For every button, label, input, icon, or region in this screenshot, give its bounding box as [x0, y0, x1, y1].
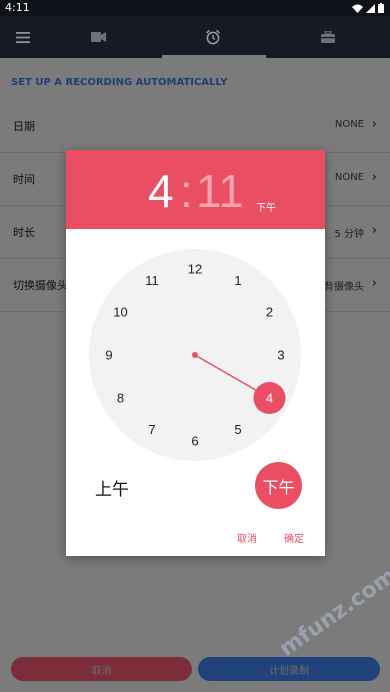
clock-center	[192, 352, 198, 358]
clock-number[interactable]: 3	[277, 348, 284, 363]
time-picker-dialog: 4 : 11 下午 12 1 2 3 4 5 6 7 8 9 10 11 上午 下午 取消 确定	[66, 150, 325, 556]
clock-number[interactable]: 9	[105, 348, 112, 363]
time-picker-header: 4 : 11 下午	[66, 150, 325, 229]
clock-number[interactable]: 10	[113, 305, 127, 320]
alarm-clock-icon[interactable]	[203, 27, 223, 47]
clock-number[interactable]: 6	[191, 434, 198, 449]
tab-indicator	[162, 55, 266, 58]
row-value: 5 分钟	[334, 229, 364, 240]
row-date[interactable]: 日期 NONE ›	[0, 100, 390, 153]
clock-number[interactable]: 12	[188, 262, 202, 277]
row-label: 日期	[13, 120, 35, 133]
header-ampm: 下午	[256, 203, 276, 214]
clock-number[interactable]: 2	[266, 305, 273, 320]
status-bar: 4:11	[0, 0, 390, 16]
clock-number[interactable]: 4	[266, 391, 273, 406]
clock-number[interactable]: 11	[145, 273, 159, 288]
chevron-right-icon: ›	[371, 170, 377, 185]
briefcase-icon[interactable]	[318, 27, 338, 47]
wifi-icon	[352, 4, 363, 13]
chevron-right-icon: ›	[371, 223, 377, 238]
status-time: 4:11	[5, 1, 30, 14]
clock-number[interactable]: 1	[234, 273, 241, 288]
chevron-right-icon: ›	[371, 276, 377, 291]
battery-icon	[378, 3, 384, 13]
header-colon: :	[180, 165, 193, 217]
pm-button[interactable]: 下午	[255, 462, 302, 509]
dialog-cancel-button[interactable]: 取消	[237, 530, 257, 545]
signal-icon	[366, 3, 375, 13]
watermark-logo: mfunz.com	[275, 563, 390, 662]
dialog-ok-button[interactable]: 确定	[284, 530, 304, 545]
row-value: 背摄像头	[324, 282, 364, 293]
row-label: 时长	[13, 226, 35, 239]
section-title: SET UP A RECORDING AUTOMATICALLY	[11, 77, 228, 88]
row-value: NONE	[334, 119, 364, 130]
header-hour[interactable]: 4	[148, 164, 174, 218]
cancel-button[interactable]: 取消	[11, 657, 192, 681]
status-icons	[352, 3, 384, 13]
row-label: 切换摄像头	[13, 279, 68, 292]
video-camera-icon[interactable]	[88, 27, 108, 47]
top-toolbar	[0, 16, 390, 58]
clock-number[interactable]: 5	[234, 422, 241, 437]
clock-number[interactable]: 7	[148, 422, 155, 437]
menu-icon[interactable]	[13, 27, 33, 47]
chevron-right-icon: ›	[371, 117, 377, 132]
clock-face[interactable]: 121234567891011	[89, 249, 301, 461]
header-minute[interactable]: 11	[196, 164, 244, 218]
am-button[interactable]: 上午	[95, 475, 129, 500]
row-value: NONE	[334, 172, 364, 183]
clock-number[interactable]: 8	[117, 391, 124, 406]
row-label: 时间	[13, 173, 35, 186]
